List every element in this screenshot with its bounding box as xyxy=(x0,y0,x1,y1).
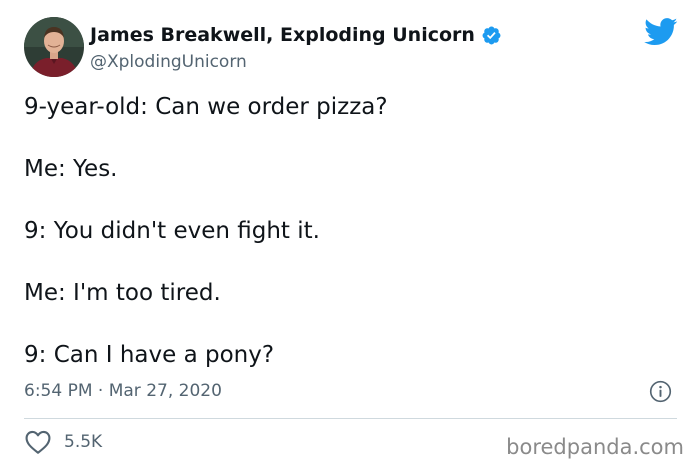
like-button[interactable]: 5.5K xyxy=(24,429,102,455)
tweet-timestamp[interactable]: 6:54 PM · Mar 27, 2020 xyxy=(24,379,222,403)
heart-icon[interactable] xyxy=(24,429,52,455)
tweet-body: 9-year-old: Can we order pizza? Me: Yes.… xyxy=(24,92,674,370)
watermark: boredpanda.com xyxy=(506,435,684,459)
tweet-line: Me: Yes. xyxy=(24,156,118,182)
like-count: 5.5K xyxy=(64,432,103,452)
author-row: James Breakwell, Exploding Unicorn xyxy=(90,22,502,48)
avatar[interactable] xyxy=(24,17,84,77)
verified-badge-icon xyxy=(481,25,502,46)
tweet-line: 9-year-old: Can we order pizza? xyxy=(24,94,388,120)
author-display-name[interactable]: James Breakwell, Exploding Unicorn xyxy=(90,22,475,48)
tweet-line: 9: You didn't even fight it. xyxy=(24,218,320,244)
tweet-line: Me: I'm too tired. xyxy=(24,280,221,306)
tweet-line: 9: Can I have a pony? xyxy=(24,342,275,368)
twitter-bird-icon[interactable] xyxy=(644,18,678,46)
info-icon[interactable] xyxy=(649,380,672,403)
tweet-card: James Breakwell, Exploding Unicorn @Xplo… xyxy=(0,0,700,471)
divider xyxy=(24,418,677,419)
author-handle[interactable]: @XplodingUnicorn xyxy=(90,51,247,73)
